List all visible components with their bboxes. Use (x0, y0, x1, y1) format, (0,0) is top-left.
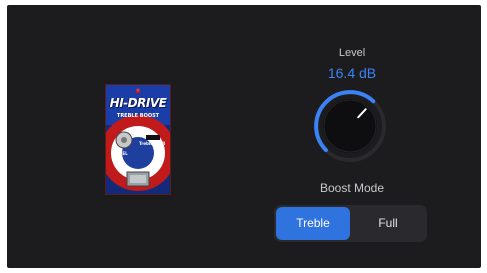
boost-mode-label: Boost Mode (319, 181, 385, 195)
boost-mode-selector: Treble Full (274, 205, 427, 242)
level-label: Level (338, 47, 366, 59)
boost-mode-full-button[interactable]: Full (351, 207, 425, 240)
pedal-switch-label: Treble / Full (139, 141, 166, 146)
level-value: 16.4 dB (327, 65, 377, 81)
pedal-brand-logo: HI-DRIVE (109, 96, 167, 110)
pedal-knob-label: LEVEL (114, 151, 128, 156)
boost-mode-treble-button[interactable]: Treble (276, 207, 350, 240)
level-knob-body (323, 99, 377, 153)
pedal-model-label: TREBLE BOOST (116, 113, 160, 119)
level-knob[interactable] (312, 88, 388, 164)
pedal-image: HI-DRIVE TREBLE BOOST LEVEL Treble / Ful… (105, 84, 171, 195)
plugin-panel: HI-DRIVE TREBLE BOOST LEVEL Treble / Ful… (7, 5, 481, 268)
